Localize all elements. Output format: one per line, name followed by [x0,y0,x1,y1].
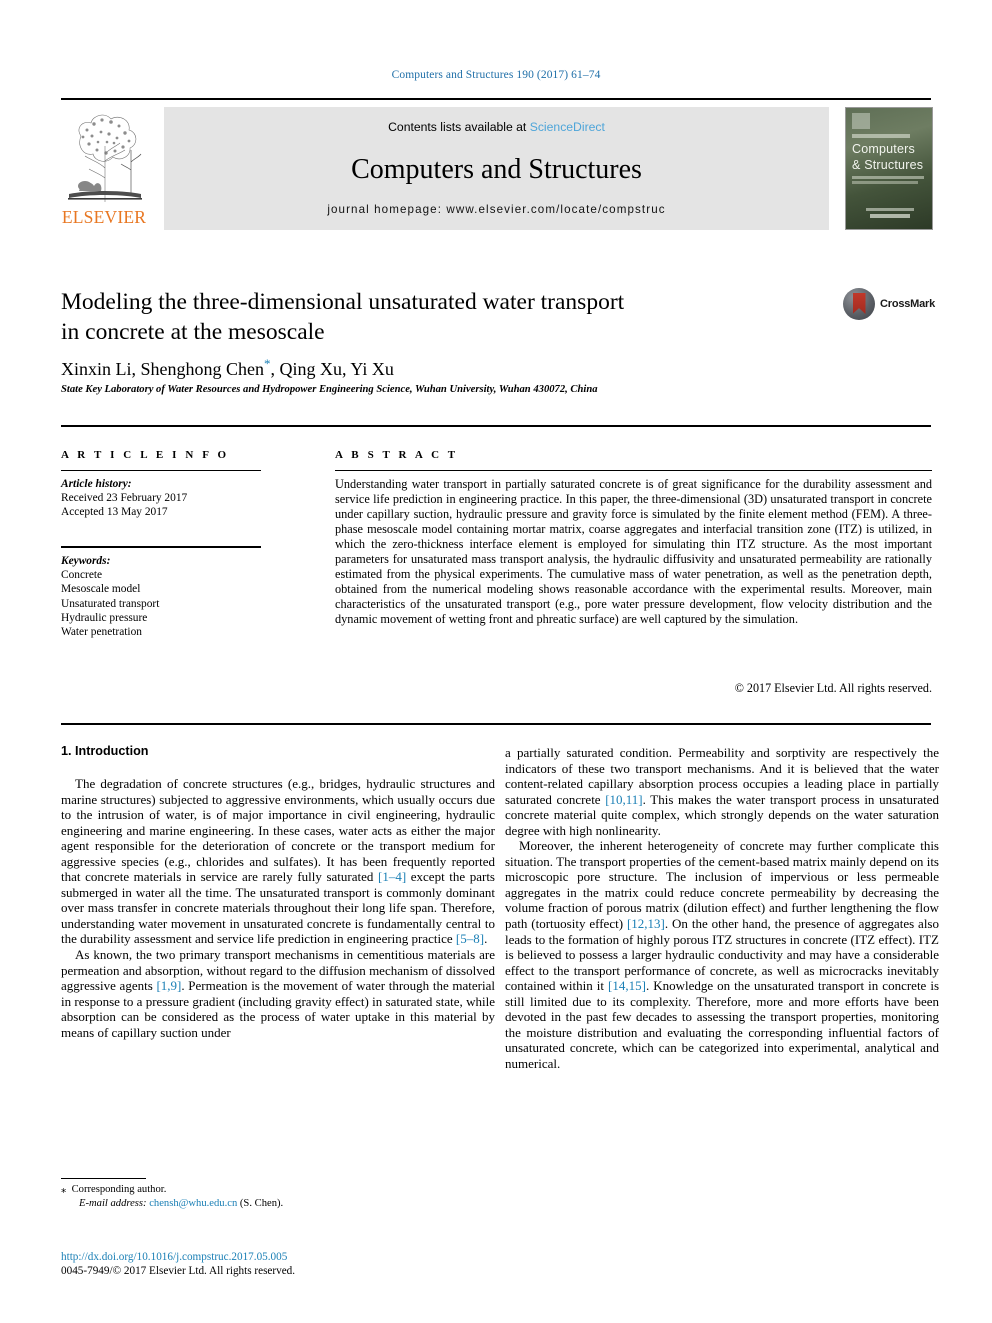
footnote-email-line: E-mail address: chensh@whu.edu.cn (S. Ch… [61,1197,495,1211]
paragraph-right-1: a partially saturated condition. Permeab… [505,745,939,838]
footnote-marker: ⁎ [61,1184,67,1195]
body-column-left: The degradation of concrete structures (… [61,776,495,1040]
journal-title: Computers and Structures [351,154,642,185]
footnote-email-link[interactable]: chensh@whu.edu.cn [149,1198,237,1209]
cover-title-line2: & Structures [852,158,924,172]
running-head: Computers and Structures 190 (2017) 61–7… [391,69,601,81]
title-line-1: Modeling the three-dimensional unsaturat… [61,289,625,315]
contents-line: Contents lists available at ScienceDirec… [164,120,829,134]
journal-homepage[interactable]: journal homepage: www.elsevier.com/locat… [164,203,829,216]
citation-ref[interactable]: [10,11] [605,792,642,807]
page-title: Modeling the three-dimensional unsaturat… [61,287,761,347]
keywords-rule [61,546,261,548]
keyword-item: Hydraulic pressure [61,611,148,624]
citation-ref[interactable]: [5–8] [456,931,484,946]
abstract-heading: A B S T R A C T [335,449,459,461]
cover-subline-b [852,181,918,184]
paragraph-left-1: The degradation of concrete structures (… [61,776,495,947]
contents-prefix: Contents lists available at [388,120,530,134]
article-received-date: Received 23 February 2017 [61,492,188,505]
keyword-item: Mesoscale model [61,583,141,596]
keyword-item: Unsaturated transport [61,597,160,610]
crossmark-circle-icon [843,288,875,320]
masthead-top-rule [61,98,931,100]
authors-rest: , Qing Xu, Yi Xu [270,359,394,379]
citation-ref[interactable]: [12,13] [627,916,665,931]
par1-c: . [484,931,488,947]
footnote-email-suffix: (S. Chen). [239,1198,284,1209]
article-history-block: Article history: Received 23 February 20… [61,477,261,520]
footnote-corresponding-text: Corresponding author. [71,1184,167,1195]
citation-ref[interactable]: [14,15] [608,978,646,993]
doi-link[interactable]: http://dx.doi.org/10.1016/j.compstruc.20… [61,1251,561,1265]
cover-subline-a [852,176,924,179]
cover-footer-a [866,208,914,211]
article-info-heading: A R T I C L E I N F O [61,449,230,461]
paragraph-left-2: As known, the two primary transport mech… [61,947,495,1040]
cover-footer-b [870,214,910,218]
elsevier-logo: ELSEVIER [61,106,147,230]
par1-a: The degradation of concrete structures (… [61,776,495,885]
imprint-block: http://dx.doi.org/10.1016/j.compstruc.20… [61,1251,561,1279]
citation-ref[interactable]: [1–4] [378,869,406,884]
crossmark-label: CrossMark [880,298,936,310]
paragraph-right-2: Moreover, the inherent heterogeneity of … [505,838,939,1071]
authors-main: Xinxin Li, Shenghong Chen [61,359,264,379]
title-line-2: in concrete at the mesoscale [61,319,325,345]
cover-subline-top [852,134,910,138]
keywords-label: Keywords: [61,555,111,567]
article-info-rule [61,470,261,471]
keywords-block: Keywords: Concrete Mesoscale model Unsat… [61,554,261,639]
article-history-label: Article history: [61,478,132,490]
footnote-block: ⁎ Corresponding author. E-mail address: … [61,1183,495,1211]
cover-title-line1: Computers [852,142,915,156]
elsevier-tree-icon [68,114,142,202]
crossmark-ribbon-icon [852,293,866,314]
author-list: Xinxin Li, Shenghong Chen*, Qing Xu, Yi … [61,356,821,380]
paper-page: Computers and Structures 190 (2017) 61–7… [0,0,992,1323]
sciencedirect-link[interactable]: ScienceDirect [530,120,605,134]
issn-copyright-line: 0045-7949/© 2017 Elsevier Ltd. All right… [61,1264,296,1277]
article-accepted-date: Accepted 13 May 2017 [61,506,168,519]
abstract-text: Understanding water transport in partial… [335,477,932,627]
section-heading-introduction: 1. Introduction [61,744,149,758]
elsevier-wordmark: ELSEVIER [61,207,147,227]
keyword-item: Water penetration [61,626,142,639]
journal-masthead: ELSEVIER Contents lists available at Sci… [61,98,933,234]
keyword-item: Concrete [61,569,103,582]
footnote-email-label: E-mail address: [79,1198,147,1209]
body-top-rule [61,723,931,725]
body-column-right: a partially saturated condition. Permeab… [505,745,939,1071]
abstract-copyright: © 2017 Elsevier Ltd. All rights reserved… [734,681,932,695]
footnote-rule [61,1178,146,1179]
journal-cover-thumbnail: Computers & Structures [845,107,933,230]
abstract-rule [335,470,932,471]
crossmark-badge[interactable]: CrossMark [843,288,935,322]
author-affiliation: State Key Laboratory of Water Resources … [61,384,598,395]
abstract-section-top-rule [61,425,931,427]
cover-publisher-mark [852,113,870,129]
journal-banner: Contents lists available at ScienceDirec… [164,107,829,230]
citation-ref[interactable]: [1,9] [156,978,181,993]
footnote-corresponding: ⁎ Corresponding author. [61,1183,495,1197]
